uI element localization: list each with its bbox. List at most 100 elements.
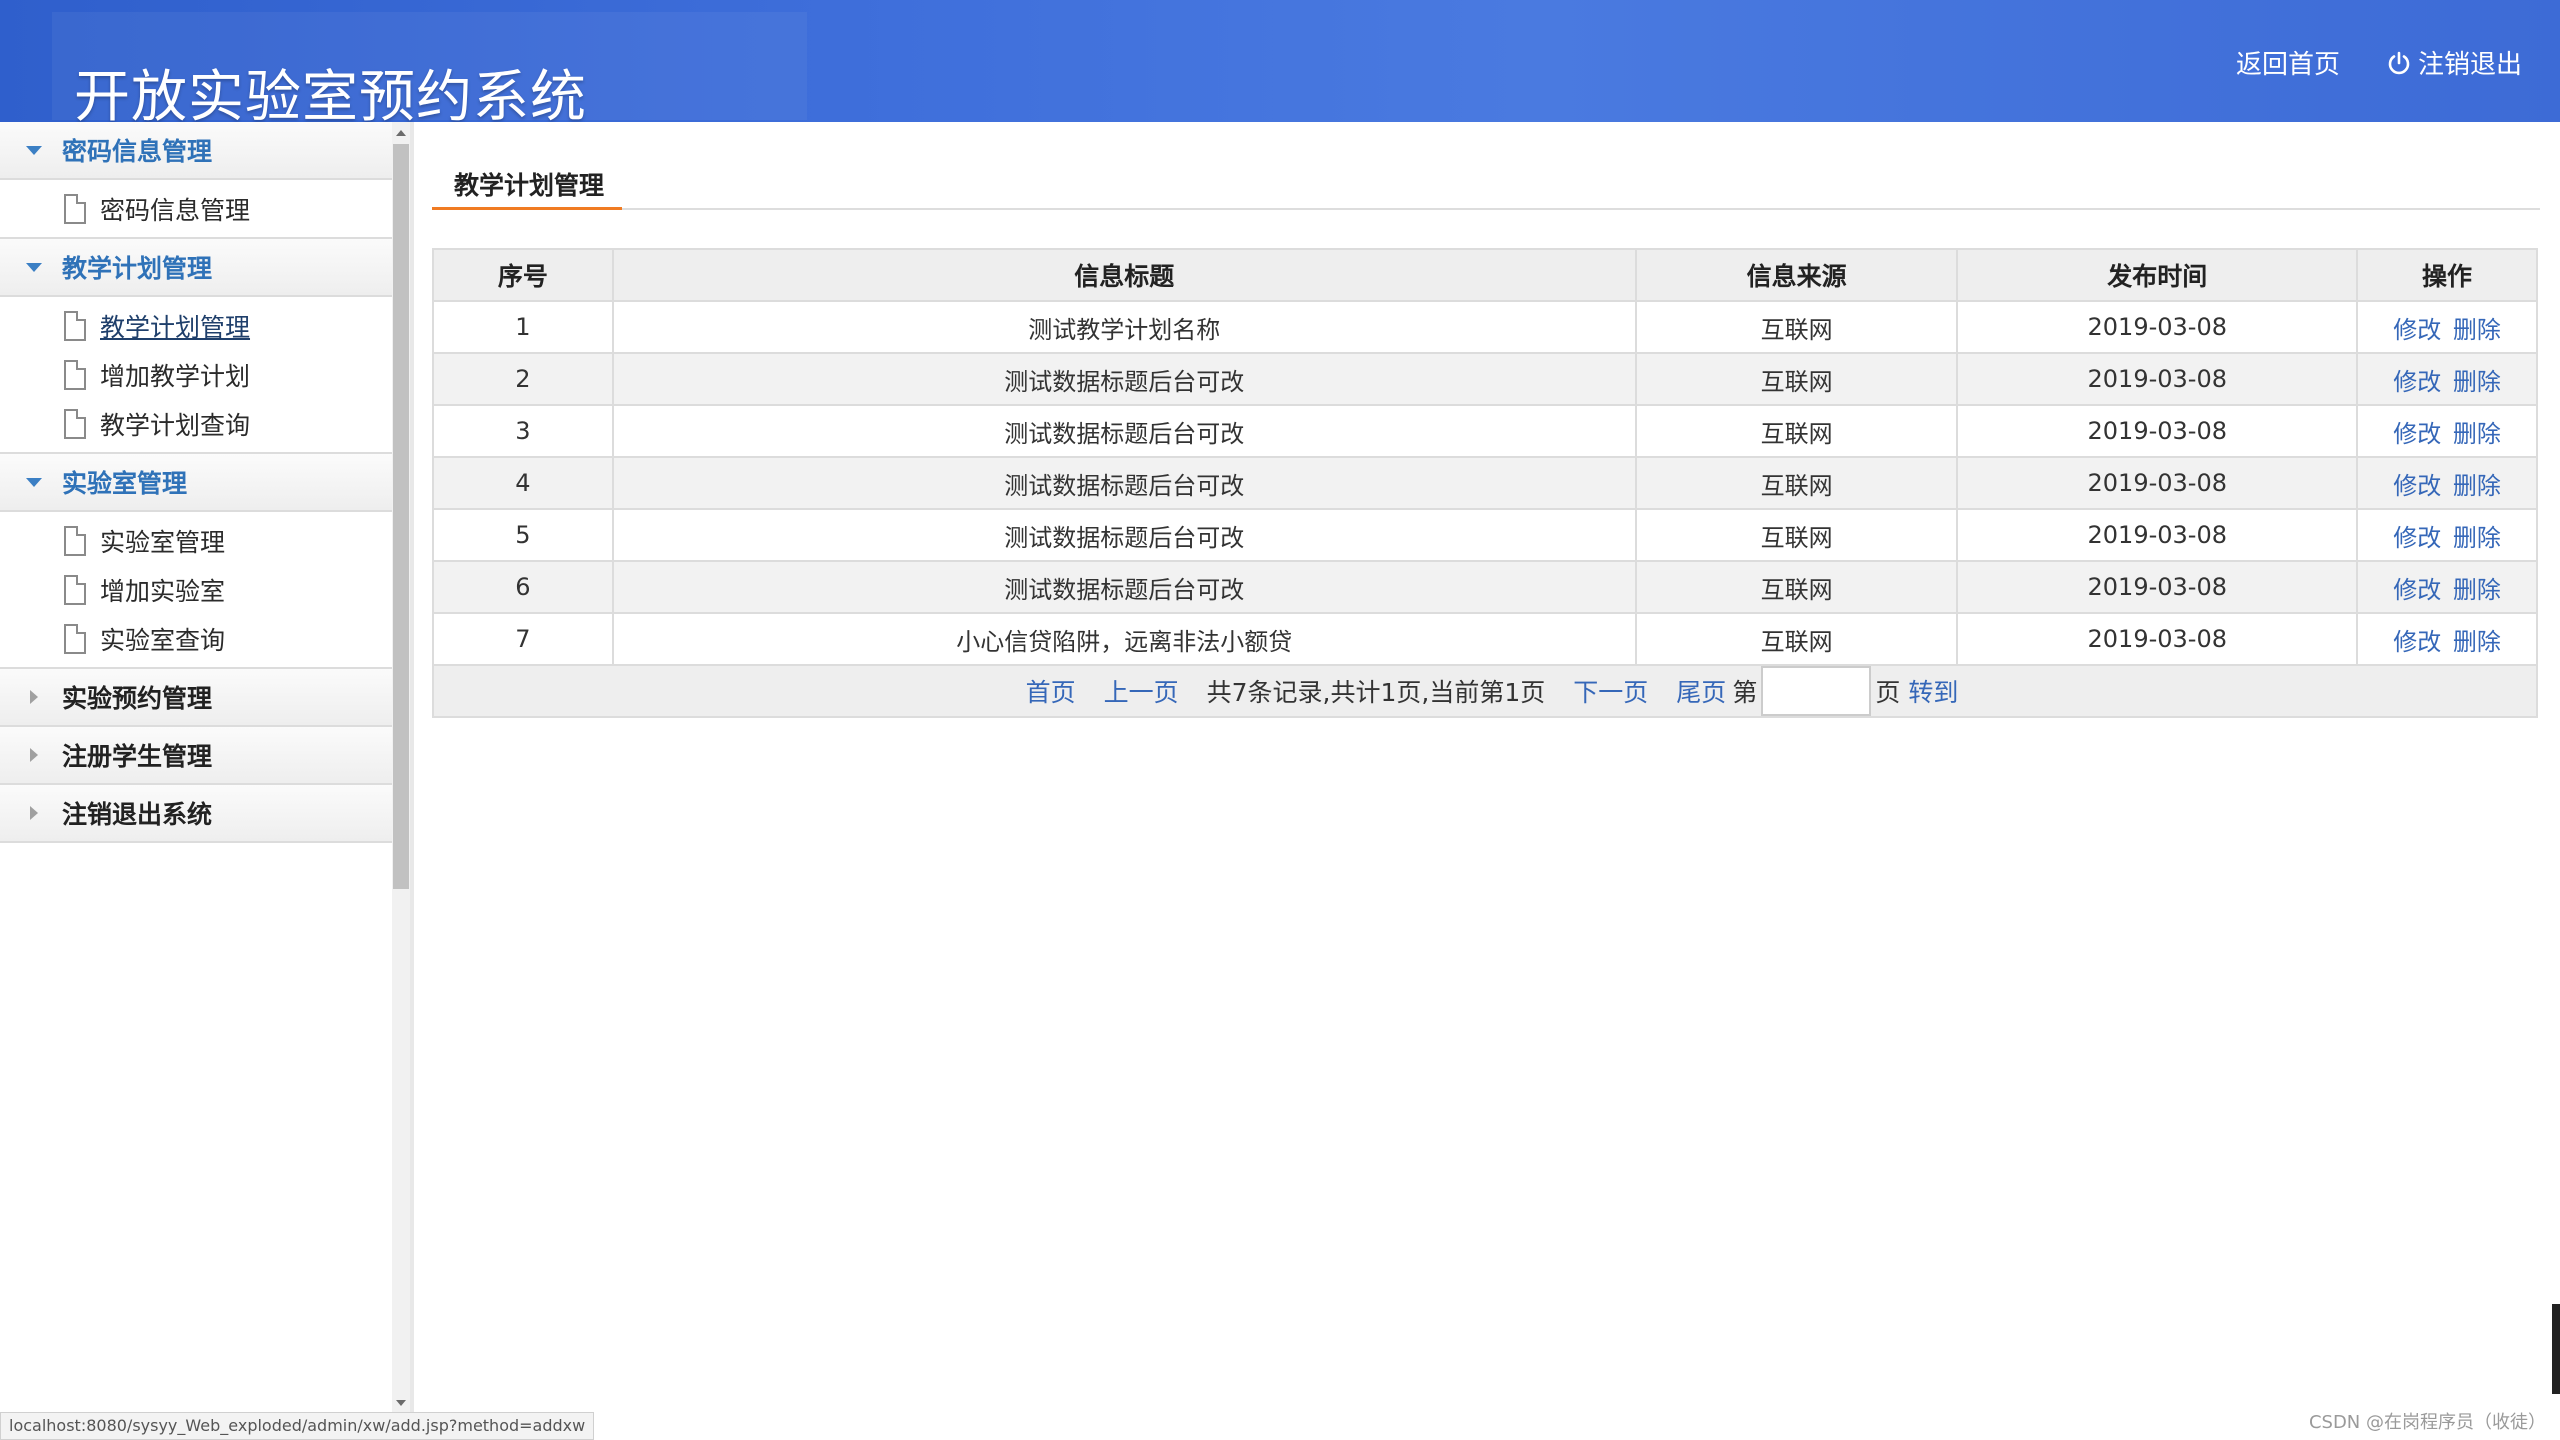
prev-page-link[interactable]: 上一页 [1104, 673, 1179, 709]
sidebar-scrollbar[interactable] [392, 122, 410, 1412]
delete-link[interactable]: 删除 [2453, 472, 2501, 500]
cell-date: 2019-03-08 [1956, 612, 2359, 666]
sidebar-item-add-lab[interactable]: 增加实验室 [0, 565, 392, 614]
table-row: 7 小心信贷陷阱，远离非法小额贷 互联网 2019-03-08 修改 删除 [432, 612, 2538, 666]
sidebar-item-add-teaching-plan[interactable]: 增加教学计划 [0, 350, 392, 399]
cell-title: 测试数据标题后台可改 [611, 404, 1637, 458]
cell-title: 测试数据标题后台可改 [611, 508, 1637, 562]
edit-link[interactable]: 修改 [2393, 628, 2441, 656]
cell-source: 互联网 [1634, 508, 1959, 562]
sidebar-sublist: 实验室管理 增加实验室 实验室查询 [0, 512, 392, 669]
pagination: 首页 上一页 共7条记录,共计1页,当前第1页 下一页 尾页 第 页 转到 [1012, 666, 1958, 716]
document-icon [64, 408, 86, 439]
delete-link[interactable]: 删除 [2453, 368, 2501, 396]
scroll-down-icon[interactable] [396, 1400, 406, 1406]
pagination-cell: 首页 上一页 共7条记录,共计1页,当前第1页 下一页 尾页 第 页 转到 [432, 664, 2538, 718]
cell-actions: 修改 删除 [2356, 352, 2538, 406]
scroll-up-icon[interactable] [396, 130, 406, 136]
sidebar-group-label: 实验室管理 [62, 469, 188, 498]
cell-source: 互联网 [1634, 300, 1959, 354]
sidebar-item-label: 实验室管理 [100, 527, 226, 557]
sidebar-group-student[interactable]: 注册学生管理 [0, 727, 392, 785]
last-page-link[interactable]: 尾页 [1676, 673, 1726, 709]
sidebar-item-lab-manage[interactable]: 实验室管理 [0, 516, 392, 565]
next-page-link[interactable]: 下一页 [1573, 673, 1648, 709]
expanded-arrow-icon [26, 259, 42, 275]
sidebar: 密码信息管理 密码信息管理 教学计划管理 教学计划管理 增加教学计划 教学计划查… [0, 122, 392, 1412]
sidebar-group-password[interactable]: 密码信息管理 [0, 122, 392, 180]
delete-link[interactable]: 删除 [2453, 420, 2501, 448]
home-link[interactable]: 返回首页 [2236, 44, 2340, 81]
sidebar-item-label: 增加教学计划 [100, 361, 251, 391]
cell-date: 2019-03-08 [1956, 560, 2359, 614]
collapsed-arrow-icon [26, 747, 42, 763]
delete-link[interactable]: 删除 [2453, 524, 2501, 552]
edit-link[interactable]: 修改 [2393, 576, 2441, 604]
table-row: 6 测试数据标题后台可改 互联网 2019-03-08 修改 删除 [432, 560, 2538, 614]
edit-link[interactable]: 修改 [2393, 420, 2441, 448]
cell-actions: 修改 删除 [2356, 300, 2538, 354]
sidebar-group-lab[interactable]: 实验室管理 [0, 454, 392, 512]
cell-source: 互联网 [1634, 404, 1959, 458]
cell-title: 测试数据标题后台可改 [611, 352, 1637, 406]
edit-link[interactable]: 修改 [2393, 316, 2441, 344]
edge-overlay [2552, 1304, 2560, 1394]
cell-date: 2019-03-08 [1956, 508, 2359, 562]
edit-link[interactable]: 修改 [2393, 368, 2441, 396]
page-suffix-label: 页 [1875, 678, 1901, 707]
table-row: 1 测试教学计划名称 互联网 2019-03-08 修改 删除 [432, 300, 2538, 354]
delete-link[interactable]: 删除 [2453, 316, 2501, 344]
sidebar-group-teaching-plan[interactable]: 教学计划管理 [0, 239, 392, 297]
goto-page-link[interactable]: 转到 [1908, 673, 1958, 709]
cell-actions: 修改 删除 [2356, 612, 2538, 666]
cell-no: 2 [432, 352, 614, 406]
document-icon [64, 525, 86, 556]
sidebar-group-label: 注销退出系统 [62, 800, 213, 829]
cell-source: 互联网 [1634, 352, 1959, 406]
cell-date: 2019-03-08 [1956, 456, 2359, 510]
cell-no: 1 [432, 300, 614, 354]
scrollbar-thumb[interactable] [393, 144, 409, 889]
cell-no: 5 [432, 508, 614, 562]
sidebar-group-label: 实验预约管理 [62, 684, 213, 713]
sidebar-item-label: 实验室查询 [100, 625, 226, 655]
table-row: 3 测试数据标题后台可改 互联网 2019-03-08 修改 删除 [432, 404, 2538, 458]
cell-actions: 修改 删除 [2356, 508, 2538, 562]
collapsed-arrow-icon [26, 689, 42, 705]
sidebar-item-query-lab[interactable]: 实验室查询 [0, 614, 392, 663]
sidebar-group-lab-booking[interactable]: 实验预约管理 [0, 669, 392, 727]
tab-bar: 教学计划管理 [432, 162, 2540, 210]
column-header-actions: 操作 [2356, 248, 2538, 302]
cell-title: 测试教学计划名称 [611, 300, 1637, 354]
tab-teaching-plan[interactable]: 教学计划管理 [432, 162, 622, 210]
cell-title: 测试数据标题后台可改 [611, 560, 1637, 614]
column-header-date: 发布时间 [1956, 248, 2359, 302]
cell-date: 2019-03-08 [1956, 352, 2359, 406]
logout-link[interactable]: 注销退出 [2386, 44, 2522, 81]
document-icon [64, 359, 86, 390]
watermark: CSDN @在岗程序员（收徒） [2308, 1412, 2546, 1433]
pagination-row: 首页 上一页 共7条记录,共计1页,当前第1页 下一页 尾页 第 页 转到 [432, 664, 2538, 718]
sidebar-group-logout[interactable]: 注销退出系统 [0, 785, 392, 843]
page-number-input[interactable] [1761, 666, 1872, 716]
sidebar-item-password-manage[interactable]: 密码信息管理 [0, 184, 392, 233]
cell-source: 互联网 [1634, 612, 1959, 666]
main-content: 教学计划管理 序号 信息标题 信息来源 发布时间 操作 1 测试教学计划名称 互… [414, 122, 2560, 1412]
collapsed-arrow-icon [26, 805, 42, 821]
edit-link[interactable]: 修改 [2393, 472, 2441, 500]
cell-actions: 修改 删除 [2356, 560, 2538, 614]
document-icon [64, 623, 86, 654]
sidebar-item-teaching-plan-manage[interactable]: 教学计划管理 [0, 301, 392, 350]
edit-link[interactable]: 修改 [2393, 524, 2441, 552]
logout-label: 注销退出 [2418, 50, 2523, 80]
column-header-no: 序号 [432, 248, 614, 302]
delete-link[interactable]: 删除 [2453, 628, 2501, 656]
document-icon [64, 193, 86, 224]
cell-actions: 修改 删除 [2356, 404, 2538, 458]
cell-title: 小心信贷陷阱，远离非法小额贷 [611, 612, 1637, 666]
cell-no: 4 [432, 456, 614, 510]
sidebar-item-query-teaching-plan[interactable]: 教学计划查询 [0, 399, 392, 448]
first-page-link[interactable]: 首页 [1026, 673, 1076, 709]
cell-no: 6 [432, 560, 614, 614]
delete-link[interactable]: 删除 [2453, 576, 2501, 604]
